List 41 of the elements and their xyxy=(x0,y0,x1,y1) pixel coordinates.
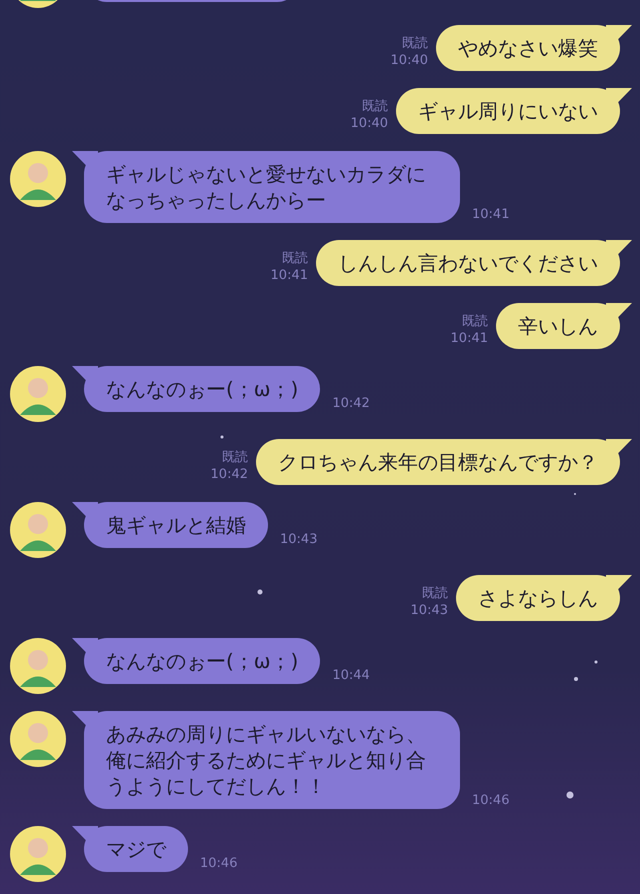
sparkle-icon xyxy=(220,436,224,438)
read-receipt: 既読 xyxy=(222,449,248,466)
sparkle-icon xyxy=(574,677,578,681)
read-receipt: 既読 xyxy=(362,98,388,115)
message-time: 10:42 xyxy=(210,466,248,483)
message-time: 10:41 xyxy=(270,267,308,284)
message-time: 10:40 xyxy=(350,115,388,132)
message-time: 10:42 xyxy=(332,395,370,412)
message-time: 10:41 xyxy=(450,330,488,347)
received-message: マジで xyxy=(72,826,188,872)
sent-message: やめなさい爆笑 xyxy=(436,25,632,71)
sparkle-icon xyxy=(258,590,262,594)
read-receipt: 既読 xyxy=(282,250,308,267)
avatar-icon[interactable] xyxy=(10,638,66,694)
read-receipt: 既読 xyxy=(422,585,448,602)
avatar-icon[interactable] xyxy=(10,826,66,882)
read-receipt: 既読 xyxy=(462,313,488,330)
sent-message: しんしん言わないでください xyxy=(316,240,632,286)
sparkle-icon xyxy=(594,660,598,664)
avatar-icon[interactable] xyxy=(10,151,66,207)
received-message: ギャルじゃないと愛せないカラダになっちゃったしんからー xyxy=(72,151,460,223)
message-time: 10:43 xyxy=(280,531,318,548)
received-message: あみみの周りにギャルいないなら、俺に紹介するためにギャルと知り合うようにしてだしん！！ xyxy=(72,711,460,809)
read-receipt: 既読 xyxy=(402,35,428,52)
sparkle-icon xyxy=(566,792,574,798)
sent-message: 辛いしん xyxy=(496,303,632,349)
message-time: 10:43 xyxy=(410,602,448,619)
avatar-icon[interactable] xyxy=(10,366,66,422)
sent-message: さよならしん xyxy=(456,575,632,621)
avatar-icon[interactable] xyxy=(10,502,66,558)
sent-message: クロちゃん来年の目標なんですか？ xyxy=(256,439,632,485)
message-time: 10:44 xyxy=(332,667,370,684)
avatar-icon[interactable] xyxy=(10,711,66,767)
received-message: 鬼ギャルと結婚 xyxy=(72,502,268,548)
sent-message: ギャル周りにいない xyxy=(396,88,632,134)
received-message: なんなのぉー(；ω；) xyxy=(72,366,320,412)
message-time: 10:46 xyxy=(200,855,238,872)
message-time: 10:46 xyxy=(472,792,510,809)
message-time: 10:40 xyxy=(390,52,428,69)
message-time: 10:41 xyxy=(472,206,510,223)
received-message: なんなのぉー(；ω；) xyxy=(72,638,320,684)
